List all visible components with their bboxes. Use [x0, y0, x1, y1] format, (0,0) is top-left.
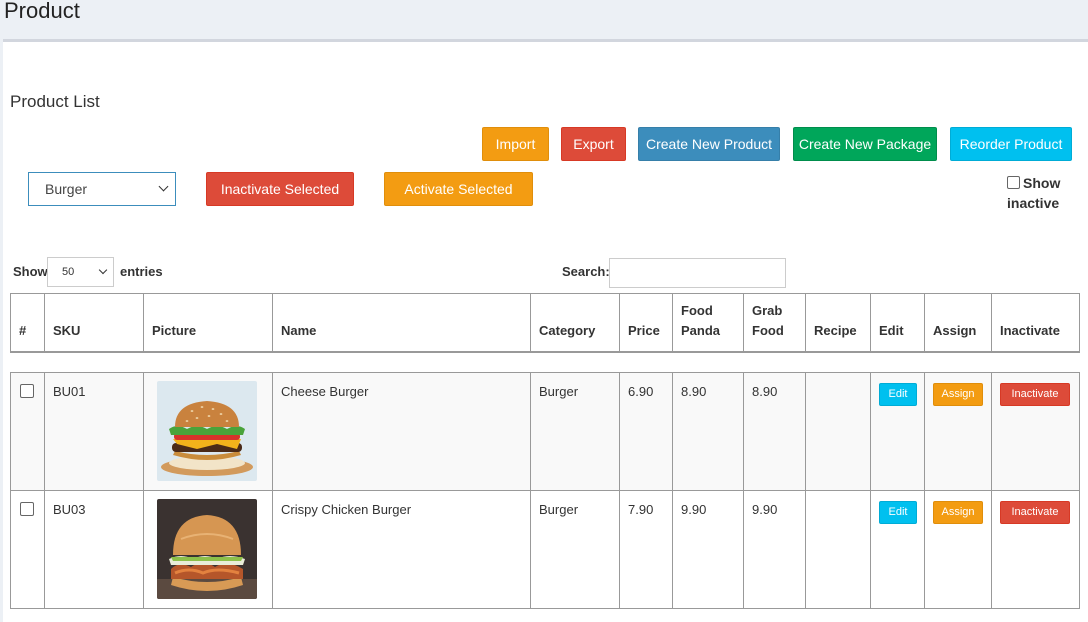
cell-price: 7.90: [619, 490, 673, 609]
col-header-name[interactable]: Name: [272, 293, 531, 353]
category-select-value: Burger: [45, 181, 88, 197]
cell-name: Crispy Chicken Burger: [272, 490, 531, 609]
activate-selected-button[interactable]: Activate Selected: [384, 172, 533, 206]
edit-button[interactable]: Edit: [879, 501, 917, 524]
col-header-grab-food[interactable]: Grab Food: [743, 293, 806, 353]
table-spacer: [10, 351, 1080, 373]
col-header-sku[interactable]: SKU: [44, 293, 144, 353]
cell-price: 6.90: [619, 372, 673, 491]
show-inactive-toggle[interactable]: Show inactive: [1007, 173, 1077, 213]
col-header-price[interactable]: Price: [619, 293, 673, 353]
cell-food-panda: 8.90: [672, 372, 744, 491]
row-select-checkbox[interactable]: [20, 502, 34, 516]
table-row: BU01 Cheese Burger Burger 6.90 8.90 8.90…: [10, 372, 1080, 491]
table-row: BU03 Crispy Chicken Burger Burger 7.90 9…: [10, 490, 1080, 609]
col-header-assign[interactable]: Assign: [924, 293, 992, 353]
export-button[interactable]: Export: [561, 127, 626, 161]
entries-length-select[interactable]: 50: [47, 257, 114, 287]
cell-sku: BU03: [44, 490, 144, 609]
box-title: Product List: [10, 92, 100, 111]
col-header-category[interactable]: Category: [530, 293, 620, 353]
cell-category: Burger: [530, 490, 620, 609]
crispy-chicken-burger-image: [157, 499, 257, 599]
inactivate-selected-button[interactable]: Inactivate Selected: [206, 172, 354, 206]
show-inactive-checkbox[interactable]: [1007, 176, 1020, 189]
cell-recipe: [805, 490, 871, 609]
assign-button[interactable]: Assign: [933, 383, 983, 406]
cheese-burger-image: [157, 381, 257, 481]
col-header-food-panda[interactable]: Food Panda: [672, 293, 744, 353]
product-table: # SKU Picture Name Category Price Food P…: [10, 293, 1080, 609]
assign-button[interactable]: Assign: [933, 501, 983, 524]
page-title: Product: [4, 0, 80, 23]
reorder-product-button[interactable]: Reorder Product: [950, 127, 1072, 161]
import-button[interactable]: Import: [482, 127, 549, 161]
create-new-package-button[interactable]: Create New Package: [793, 127, 937, 161]
entries-length-value: 50: [62, 266, 75, 278]
cell-food-panda: 9.90: [672, 490, 744, 609]
edit-button[interactable]: Edit: [879, 383, 917, 406]
create-new-product-button[interactable]: Create New Product: [638, 127, 780, 161]
inactivate-button[interactable]: Inactivate: [1000, 383, 1070, 406]
col-header-edit[interactable]: Edit: [870, 293, 925, 353]
cell-sku: BU01: [44, 372, 144, 491]
cell-name: Cheese Burger: [272, 372, 531, 491]
cell-category: Burger: [530, 372, 620, 491]
row-select-checkbox[interactable]: [20, 384, 34, 398]
cell-grab-food: 8.90: [743, 372, 806, 491]
col-header-inactivate[interactable]: Inactivate: [991, 293, 1080, 353]
col-header-recipe[interactable]: Recipe: [805, 293, 871, 353]
search-label: Search:: [562, 264, 610, 279]
table-header-row: # SKU Picture Name Category Price Food P…: [10, 293, 1080, 353]
chevron-down-icon: [158, 181, 169, 192]
col-header-picture[interactable]: Picture: [143, 293, 273, 353]
entries-label: entries: [120, 264, 163, 279]
col-header-index[interactable]: #: [10, 293, 45, 353]
show-label: Show: [13, 264, 48, 279]
inactivate-button[interactable]: Inactivate: [1000, 501, 1070, 524]
cell-recipe: [805, 372, 871, 491]
category-select[interactable]: Burger: [28, 172, 176, 206]
chevron-down-icon: [98, 265, 108, 275]
search-input[interactable]: [609, 258, 786, 288]
cell-grab-food: 9.90: [743, 490, 806, 609]
